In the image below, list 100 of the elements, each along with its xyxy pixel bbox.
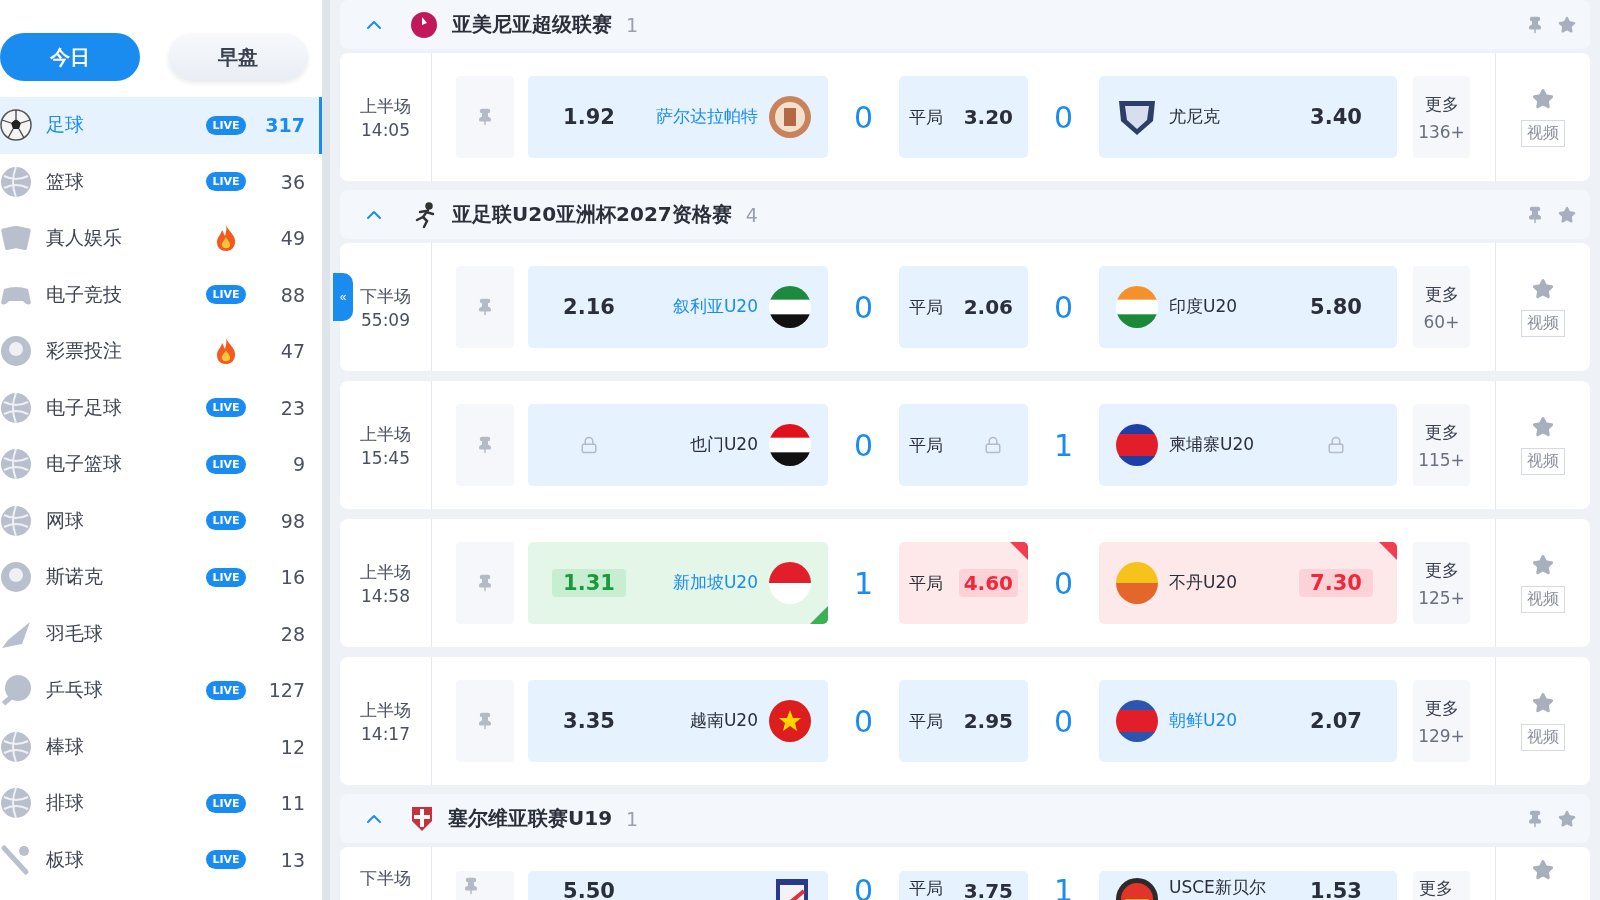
more-button[interactable]: 更多 125+ — [1413, 542, 1470, 624]
away-odds-button[interactable]: 尤尼克 3.40 — [1099, 76, 1397, 158]
score: 1 — [852, 565, 875, 601]
sport-name: 网球 — [46, 507, 85, 533]
sport-item[interactable]: 羽毛球 28 — [0, 605, 322, 662]
sport-item[interactable]: 网球 LIVE 98 — [0, 492, 322, 549]
sport-name: 电子竞技 — [46, 281, 123, 307]
sport-name: 电子足球 — [46, 394, 123, 420]
match-period: 上半场 — [360, 94, 411, 118]
score: 0 — [1052, 703, 1075, 739]
odds-value: 7.30 — [1299, 569, 1373, 597]
sport-name: 真人娱乐 — [46, 225, 123, 251]
draw-odds-button[interactable]: 平局 4.60 — [899, 542, 1028, 624]
sport-count: 317 — [264, 114, 305, 137]
sport-name: 彩票投注 — [46, 338, 123, 364]
home-odds-button[interactable]: 5.50 — [528, 871, 828, 900]
sport-count: 98 — [279, 509, 305, 532]
sport-item[interactable]: 乒乓球 LIVE 127 — [0, 662, 322, 719]
odds-value: 3.35 — [562, 708, 616, 735]
match-period: 下半场 — [360, 284, 411, 308]
sport-count: 23 — [279, 396, 305, 419]
draw-odds-button[interactable]: 平局 — [899, 404, 1028, 486]
sport-name: 棒球 — [46, 733, 85, 759]
live-badge: LIVE — [206, 680, 246, 700]
home-odds-button[interactable]: 2.16 叙利亚U20 — [528, 266, 828, 348]
match-clock: 14:05 — [361, 119, 410, 140]
match-count: 4 — [745, 203, 759, 226]
sport-name: 电子篮球 — [46, 451, 123, 477]
league-name: 塞尔维亚联赛U19 — [448, 805, 613, 832]
sport-item[interactable]: 排球 LIVE 11 — [0, 775, 322, 832]
live-badge: LIVE — [206, 567, 246, 587]
odds-value: 5.80 — [1309, 294, 1363, 321]
league-name: 亚足联U20亚洲杯2027资格赛 — [452, 201, 732, 228]
home-odds-button[interactable]: 3.35 越南U20 — [528, 680, 828, 762]
sport-count: 28 — [279, 622, 305, 645]
match-count: 1 — [626, 807, 640, 830]
team-name: 柬埔寨U20 — [1169, 434, 1255, 456]
sport-item[interactable]: 斯诺克 LIVE 16 — [0, 549, 322, 606]
live-badge: LIVE — [206, 850, 246, 870]
live-badge: LIVE — [206, 172, 246, 192]
team-name: 印度U20 — [1169, 296, 1238, 318]
odds-value: 2.95 — [962, 708, 1014, 735]
draw-odds-button[interactable]: 平局 2.95 — [899, 680, 1028, 762]
sport-item[interactable]: 电子篮球 LIVE 9 — [0, 436, 322, 493]
odds-value: 5.50 — [562, 878, 616, 900]
sport-name: 斯诺克 — [46, 564, 104, 590]
match-period: 上半场 — [360, 422, 411, 446]
score: 0 — [852, 289, 875, 325]
more-button[interactable]: 更多 60+ — [1413, 266, 1470, 348]
away-odds-button[interactable]: USCE新贝尔 1.53 — [1099, 871, 1397, 900]
match-period: 上半场 — [360, 698, 411, 722]
odds-value: 1.53 — [1309, 878, 1363, 900]
team-name: 叙利亚U20 — [672, 296, 758, 318]
home-odds-button[interactable]: 也门U20 — [528, 404, 828, 486]
draw-odds-button[interactable]: 平局 3.20 — [899, 76, 1028, 158]
away-odds-button[interactable]: 印度U20 5.80 — [1099, 266, 1397, 348]
home-odds-button[interactable]: 1.92 萨尔达拉帕特 — [528, 76, 828, 158]
score: 0 — [852, 99, 875, 135]
away-odds-button[interactable]: 柬埔寨U20 — [1099, 404, 1397, 486]
draw-label: 平局 — [909, 105, 943, 129]
team-name: 不丹U20 — [1169, 572, 1238, 594]
team-name: 新加坡U20 — [672, 572, 758, 594]
team-name: 越南U20 — [689, 710, 758, 732]
odds-value: 1.31 — [552, 569, 626, 597]
sport-item[interactable]: 电子竞技 LIVE 88 — [0, 266, 322, 323]
draw-odds-button[interactable]: 平局 3.75 — [899, 871, 1028, 900]
sport-item[interactable]: 板球 LIVE 13 — [0, 831, 322, 888]
odds-value: 2.07 — [1309, 708, 1363, 735]
live-badge: LIVE — [206, 511, 246, 531]
away-odds-button[interactable]: 朝鲜U20 2.07 — [1099, 680, 1397, 762]
league-header[interactable]: 亚美尼亚超级联赛 1 — [340, 0, 1590, 49]
sport-count: 12 — [279, 735, 305, 758]
more-button[interactable]: 更多 — [1413, 871, 1470, 900]
sport-name: 板球 — [46, 846, 85, 872]
sport-item[interactable]: 棒球 12 — [0, 718, 322, 775]
more-button[interactable]: 更多 136+ — [1413, 76, 1470, 158]
draw-label: 平局 — [909, 433, 943, 457]
sport-item[interactable]: 篮球 LIVE 36 — [0, 153, 322, 210]
score: 0 — [1052, 289, 1075, 325]
league-header[interactable]: 塞尔维亚联赛U19 1 — [340, 794, 1590, 843]
more-button[interactable]: 更多 129+ — [1413, 680, 1470, 762]
match-period: 下半场 — [360, 867, 411, 890]
sport-count: 36 — [279, 170, 305, 193]
day-tab[interactable]: 早盘 — [168, 33, 308, 81]
sport-item[interactable]: 彩票投注 47 — [0, 323, 322, 380]
sport-name: 排球 — [46, 790, 85, 816]
more-button[interactable]: 更多 115+ — [1413, 404, 1470, 486]
league-header[interactable]: 亚足联U20亚洲杯2027资格赛 4 — [340, 190, 1590, 239]
team-name: USCE新贝尔 — [1169, 877, 1266, 899]
match-clock: 14:17 — [361, 723, 410, 744]
draw-odds-button[interactable]: 平局 2.06 — [899, 266, 1028, 348]
team-name: 尤尼克 — [1169, 106, 1220, 128]
live-badge: LIVE — [206, 454, 246, 474]
sport-count: 16 — [279, 566, 305, 589]
sport-count: 13 — [279, 848, 305, 871]
away-odds-button[interactable]: 不丹U20 7.30 — [1099, 542, 1397, 624]
sport-item[interactable]: 电子足球 LIVE 23 — [0, 379, 322, 436]
sport-name: 乒乓球 — [46, 677, 104, 703]
sport-item[interactable]: 真人娱乐 49 — [0, 210, 322, 267]
team-name: 萨尔达拉帕特 — [656, 106, 758, 128]
